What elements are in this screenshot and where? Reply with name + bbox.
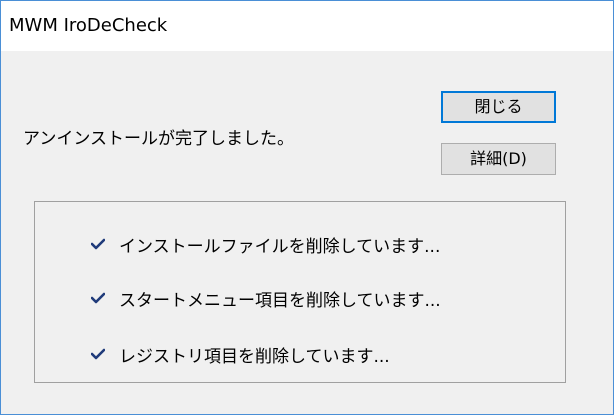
step-item: インストールファイルを削除しています... [91,232,441,257]
step-item: スタートメニュー項目を削除しています... [91,286,441,311]
check-icon [91,348,105,360]
title-bar[interactable]: MWM IroDeCheck [1,1,613,51]
check-icon [91,292,105,304]
close-button[interactable]: 閉じる [441,91,556,123]
step-label: レジストリ項目を削除しています... [119,346,390,367]
details-button[interactable]: 詳細(D) [441,143,556,175]
step-item: レジストリ項目を削除しています... [91,342,390,367]
uninstall-dialog: MWM IroDeCheck アンインストールが完了しました。 閉じる 詳細(D… [0,0,614,415]
check-icon [91,238,105,250]
completion-message: アンインストールが完了しました。 [23,129,294,149]
step-label: インストールファイルを削除しています... [119,236,441,257]
steps-panel: インストールファイルを削除しています... スタートメニュー項目を削除しています… [34,201,566,383]
window-title: MWM IroDeCheck [9,15,168,36]
step-label: スタートメニュー項目を削除しています... [119,290,441,311]
